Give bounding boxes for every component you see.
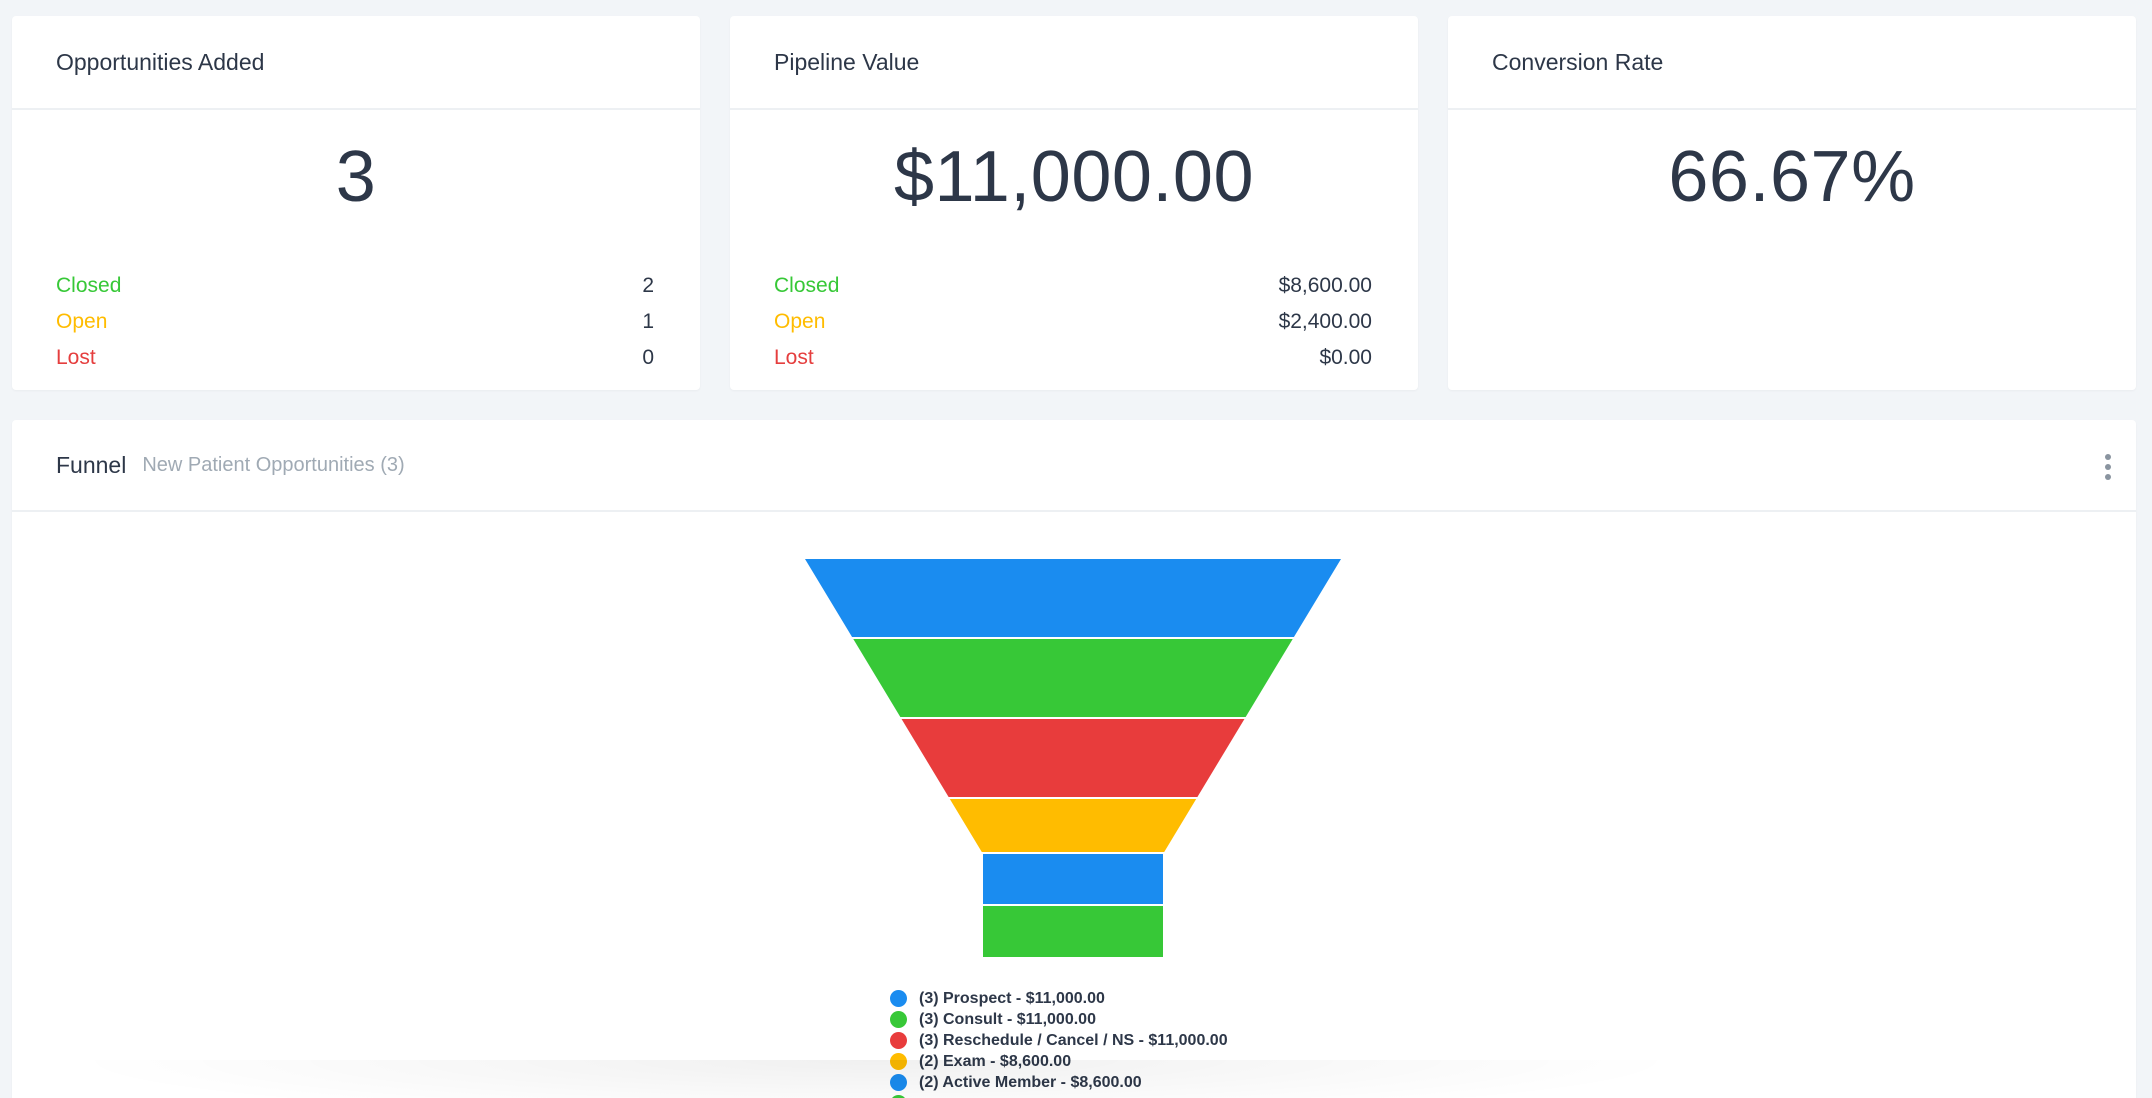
stat-row-open: Open 1 xyxy=(56,304,654,340)
funnel-stage-3[interactable] xyxy=(901,719,1245,797)
stat-label: Lost xyxy=(56,346,96,369)
funnel-stage-5[interactable] xyxy=(983,854,1163,904)
stat-row-closed: Closed 2 xyxy=(56,268,654,304)
opportunities-breakdown: Closed 2 Open 1 Lost 0 xyxy=(56,268,654,376)
stat-row-closed: Closed $8,600.00 xyxy=(774,268,1372,304)
stat-row-lost: Lost $0.00 xyxy=(774,340,1372,376)
funnel-stage-1[interactable] xyxy=(805,559,1341,637)
stat-label: Closed xyxy=(56,274,122,297)
stat-row-open: Open $2,400.00 xyxy=(774,304,1372,340)
legend-label: (3) Reschedule / Cancel / NS - $11,000.0… xyxy=(919,1031,1228,1049)
funnel-legend: (3) Prospect - $11,000.00 (3) Consult - $… xyxy=(890,988,1228,1098)
pipeline-value-card: Pipeline Value $11,000.00 Closed $8,600.… xyxy=(730,16,1418,390)
legend-dot-icon xyxy=(890,1053,907,1070)
legend-label: (2) Exam - $8,600.00 xyxy=(919,1052,1072,1070)
legend-label: (2) Active Member - $8,600.00 xyxy=(919,1073,1142,1091)
stat-row-lost: Lost 0 xyxy=(56,340,654,376)
legend-item[interactable]: (3) Reschedule / Cancel / NS - $11,000.0… xyxy=(890,1030,1228,1051)
funnel-stage-6[interactable] xyxy=(983,906,1163,957)
pipeline-breakdown: Closed $8,600.00 Open $2,400.00 Lost $0.… xyxy=(774,268,1372,376)
stat-label: Open xyxy=(774,310,826,333)
legend-label: (3) Prospect - $11,000.00 xyxy=(919,989,1105,1007)
funnel-stage-4[interactable] xyxy=(949,799,1197,852)
legend-dot-icon xyxy=(890,1032,907,1049)
legend-dot-icon xyxy=(890,990,907,1007)
funnel-stage-2[interactable] xyxy=(853,639,1293,717)
funnel-card: Funnel New Patient Opportunities (3) (3)… xyxy=(12,420,2136,1098)
opportunities-count: 3 xyxy=(335,137,377,217)
stat-value: $2,400.00 xyxy=(1278,310,1372,333)
legend-dot-icon xyxy=(890,1074,907,1091)
stat-value: $0.00 xyxy=(1319,346,1372,369)
card-title: Opportunities Added xyxy=(12,16,700,110)
pipeline-total-value: $11,000.00 xyxy=(893,137,1254,217)
legend-item[interactable]: (2) Exam - $8,600.00 xyxy=(890,1051,1228,1072)
legend-item[interactable]: (2) Active Member - $8,600.00 xyxy=(890,1072,1228,1093)
stat-label: Lost xyxy=(774,346,814,369)
stat-label: Open xyxy=(56,310,108,333)
stat-value: 2 xyxy=(642,274,654,297)
legend-item[interactable]: (3) Prospect - $11,000.00 xyxy=(890,988,1228,1009)
card-title: Conversion Rate xyxy=(1448,16,2136,110)
stat-value: $8,600.00 xyxy=(1278,274,1372,297)
stat-label: Closed xyxy=(774,274,840,297)
stat-value: 1 xyxy=(642,310,654,333)
dashboard: Opportunities Added 3 Closed 2 Open 1 Lo… xyxy=(0,0,2152,1098)
conversion-rate-card: Conversion Rate 66.67% xyxy=(1448,16,2136,390)
stat-value: 0 xyxy=(642,346,654,369)
legend-item[interactable] xyxy=(890,1093,1228,1098)
legend-item[interactable]: (3) Consult - $11,000.00 xyxy=(890,1009,1228,1030)
legend-label: (3) Consult - $11,000.00 xyxy=(919,1010,1096,1028)
card-title: Pipeline Value xyxy=(730,16,1418,110)
opportunities-added-card: Opportunities Added 3 Closed 2 Open 1 Lo… xyxy=(12,16,700,390)
legend-dot-icon xyxy=(890,1011,907,1028)
conversion-rate-value: 66.67% xyxy=(1668,137,1916,217)
